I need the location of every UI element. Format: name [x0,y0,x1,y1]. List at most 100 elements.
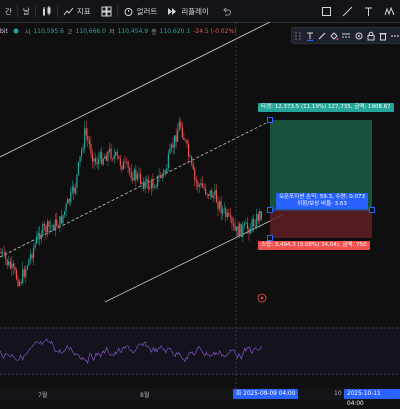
replay-button[interactable]: 리플레이 [162,0,214,22]
text-tool-icon[interactable] [305,30,316,41]
candle-body [37,233,39,237]
candle-body [183,137,185,141]
channel-upper-line[interactable] [0,22,271,158]
candle-body [39,233,41,240]
candle-body [116,151,118,156]
more-icon[interactable] [389,30,400,41]
candle-body [201,183,204,188]
candle-body [226,212,228,218]
candle-body [82,147,84,150]
candle-body [232,223,235,226]
candle-body [211,190,213,198]
drawing-toolbar [291,27,400,44]
text-icon [363,6,374,17]
candle-body [53,225,55,231]
candle-body [195,179,197,183]
stop-handle[interactable] [267,235,273,241]
candle-body [170,144,173,149]
lock-icon[interactable] [365,30,376,41]
candle-body [130,171,132,179]
entry-handle-left[interactable] [267,207,273,213]
undo-button[interactable] [216,0,237,22]
period-button[interactable]: 날 [18,0,35,22]
stop-label: 스탑: 3,494.3 (3.08%) 34,04), 금액: 750 [258,241,370,250]
candle-body [246,222,249,229]
rsi-pane [0,327,400,375]
candle-body [136,174,138,180]
candle-body [192,163,194,170]
indicators-button[interactable]: 지표 [58,0,96,22]
candle-body [144,181,146,189]
pnl-text: 오픈포지션 손익: 59.3, 수량: 0.073 [279,194,365,200]
pattern-tool-button[interactable] [379,0,400,22]
candle-body [40,234,42,240]
replay-icon [167,6,178,17]
candle-body [220,201,222,214]
candle-body [26,265,28,269]
text-tool-button[interactable] [358,0,379,22]
chart-type-button[interactable] [36,0,57,22]
channel-lines[interactable] [0,22,283,303]
candle-body [60,216,63,224]
interval-button[interactable]: 간 [0,0,17,22]
indicators-icon [63,6,74,17]
delete-icon[interactable] [377,30,388,41]
candle-body [65,203,67,212]
candle-body [135,169,137,180]
candle-body [139,173,142,184]
candle-body [212,195,214,198]
alert-button[interactable]: 얼러트 [118,0,163,22]
candle-body [133,169,135,181]
candle-body [187,143,190,157]
candle-body [5,252,7,260]
candle-body [14,266,16,271]
target-handle[interactable] [267,117,273,123]
candle-body [23,269,25,277]
candle-body [79,156,81,162]
loss-zone[interactable] [270,210,372,238]
candle-body [180,121,182,128]
time-label-partial: 10 [334,390,342,397]
long-position-tool[interactable] [267,117,375,241]
candle-body [149,188,151,190]
candle-body [146,179,148,182]
candle-body [172,144,174,148]
candle-body [17,279,19,286]
time-label-august: 8월 [140,392,150,399]
candle-body [15,270,18,280]
candle-body [125,161,128,163]
brush-icon[interactable] [317,30,328,41]
time-axis[interactable]: 7월 8월 화 2025-09-09 04:00 10 2025-10-11 0… [0,388,400,407]
candle-body [48,221,50,227]
settings-icon[interactable] [353,30,364,41]
candle-body [129,167,131,172]
candle-body [68,199,70,203]
line-style-icon[interactable] [341,30,352,41]
candle-body [110,148,112,159]
entry-handle-right[interactable] [369,207,375,213]
candle-body [184,140,187,141]
candle-body [8,261,10,266]
candle-body [177,130,179,142]
candle-body [57,225,59,228]
rectangle-tool-button[interactable] [316,0,337,22]
candle-body [189,156,191,158]
drag-handle-icon[interactable] [293,30,304,41]
candle-body [147,179,149,190]
candle-body [22,269,24,283]
candle-body [84,128,86,148]
candle-body [245,222,247,224]
alert-label: 얼러트 [136,6,158,16]
candle-body [167,153,169,169]
candle-body [231,217,233,224]
fill-icon[interactable] [329,30,340,41]
layout-button[interactable] [96,0,117,22]
candle-body [205,188,207,194]
candle-body [32,248,35,259]
candle-body [46,221,49,233]
trendline-tool-button[interactable] [337,0,358,22]
candle-body [237,226,239,237]
candle-body [119,158,121,166]
candlestick-series [0,116,262,288]
candle-body [160,175,162,178]
